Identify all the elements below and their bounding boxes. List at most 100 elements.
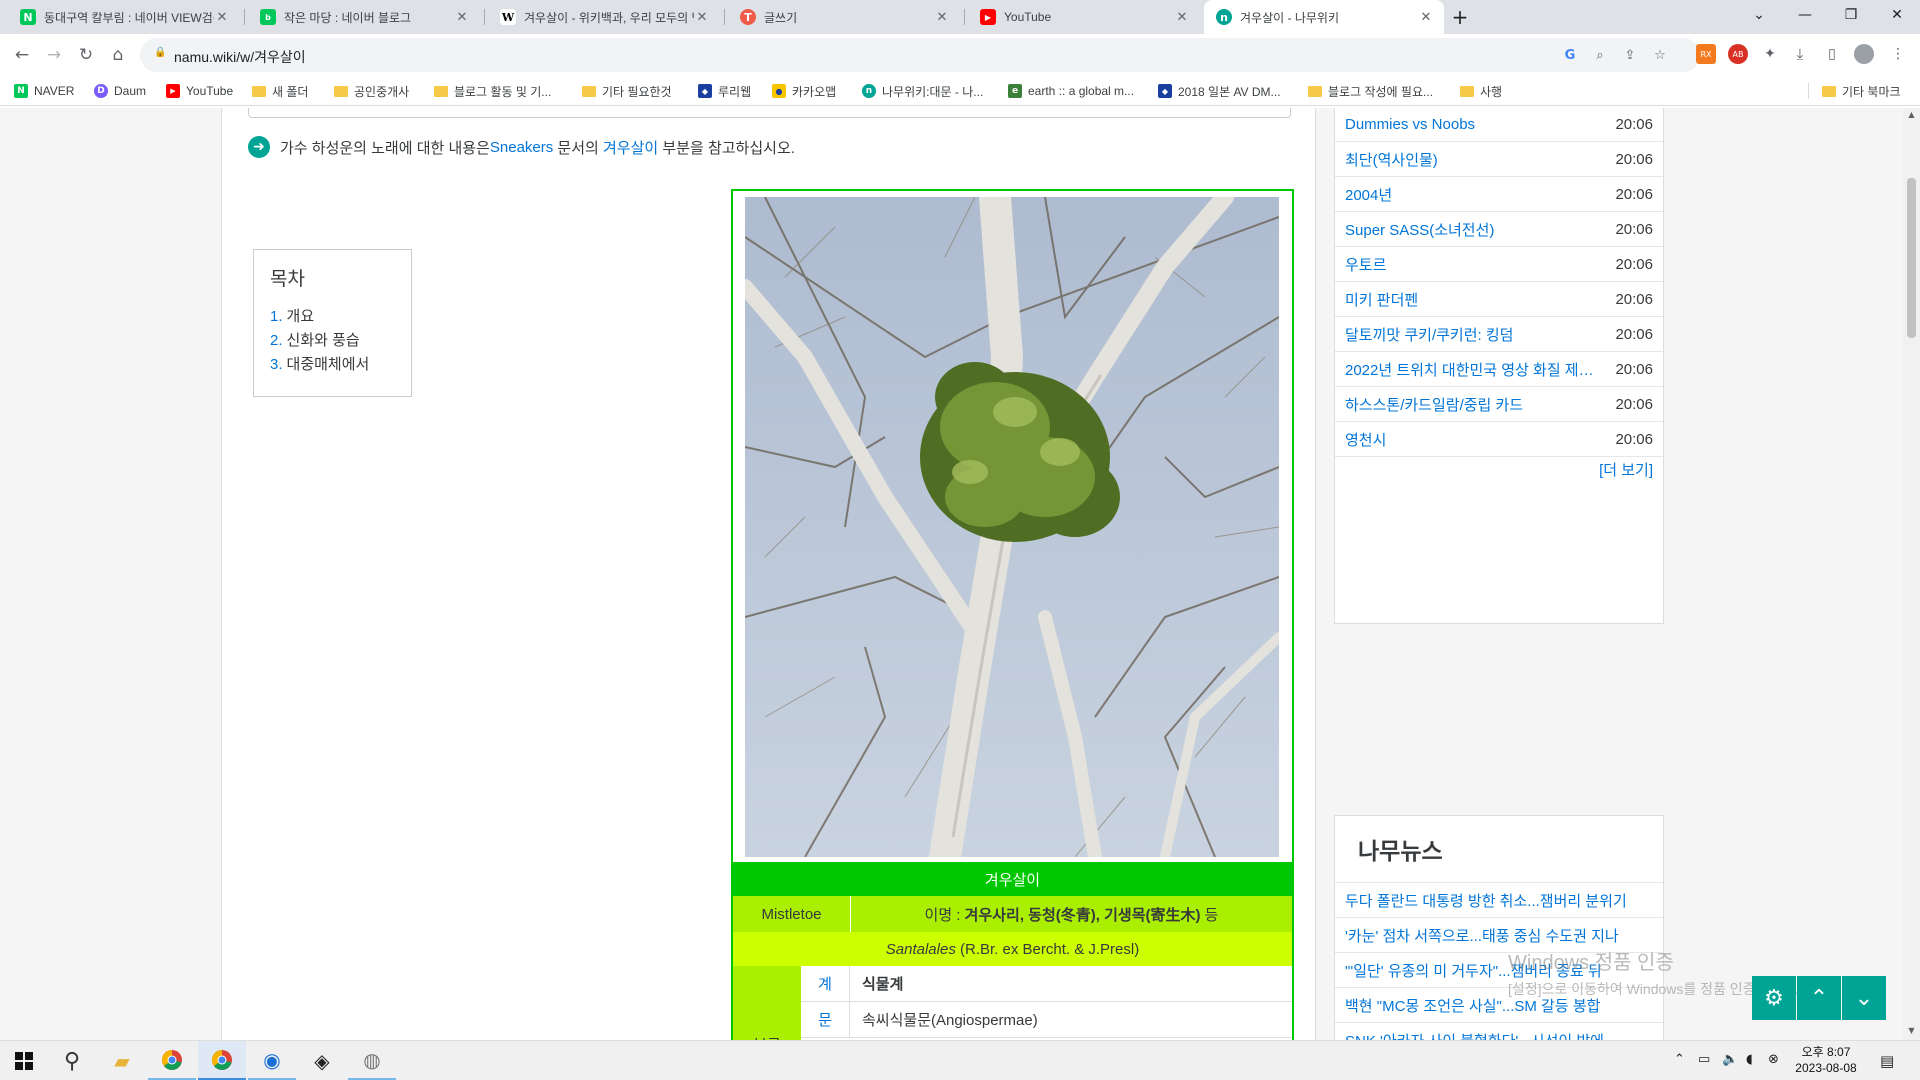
list-item[interactable]: Dummies vs Noobs 20:06 (1335, 108, 1663, 142)
toc-item[interactable]: 2. 신화와 풍습 (270, 329, 395, 353)
tab-namuwiki-active[interactable]: n 겨우살이 - 나무위키 ✕ (1204, 0, 1444, 34)
mistletoe-photo[interactable] (745, 197, 1279, 857)
recent-title[interactable]: 하스스톤/카드일람/중립 카드 (1345, 394, 1615, 415)
recent-title[interactable]: Super SASS(소녀전선) (1345, 219, 1615, 240)
list-item[interactable]: 하스스톤/카드일람/중립 카드 20:06 (1335, 387, 1663, 422)
list-item[interactable]: 2022년 트위치 대한민국 영상 화질 제한 사태 20:06 (1335, 352, 1663, 387)
network-icon[interactable]: ▭ (1698, 1052, 1710, 1067)
toc-item[interactable]: 3. 대중매체에서 (270, 353, 395, 377)
news-item[interactable]: 백현 "MC몽 조언은 사실"...SM 갈등 봉합 (1335, 987, 1663, 1022)
speaker-icon[interactable]: ◖ (1746, 1052, 1753, 1067)
recent-title[interactable]: 우토르 (1345, 254, 1615, 275)
bookmark-folder[interactable]: 블로그 활동 및 기... (434, 82, 551, 100)
scroll-bottom-chevron-down-icon[interactable]: ⌄ (1842, 976, 1886, 1020)
toc-item-label[interactable]: 신화와 풍습 (287, 332, 360, 349)
profile-avatar[interactable] (1854, 44, 1874, 64)
list-item[interactable]: 2004년 20:06 (1335, 177, 1663, 212)
toc-item-number[interactable]: 3. (270, 356, 283, 373)
notification-icon[interactable]: ▤ (1880, 1052, 1894, 1070)
status-x-icon[interactable]: ⊗ (1768, 1052, 1779, 1067)
recent-title[interactable]: 최단(역사인물) (1345, 149, 1615, 170)
tab-naver-search[interactable]: N 동대구역 칼부림 : 네이버 VIEW검색 ✕ (8, 0, 240, 34)
toc-item-label[interactable]: 대중매체에서 (287, 356, 370, 373)
file-explorer-icon[interactable]: ▰ (98, 1041, 146, 1080)
tray-chevron-up-icon[interactable]: ⌃ (1674, 1052, 1685, 1067)
taskbar-clock[interactable]: 오후 8:07 2023-08-08 (1790, 1044, 1862, 1076)
recent-title[interactable]: Dummies vs Noobs (1345, 116, 1615, 133)
tab-close-icon[interactable]: ✕ (694, 9, 710, 25)
bookmark-site[interactable]: ◆ 2018 일본 AV DM... (1158, 82, 1281, 100)
bookmark-folder[interactable]: 기타 필요한것 (582, 82, 672, 100)
app-diamond-icon[interactable]: ◈ (298, 1041, 346, 1080)
news-item[interactable]: SNK '아카자 사이 불협화다'...시선이 밖에 (1335, 1022, 1663, 1040)
bookmark-folder[interactable]: 공인중개사 (334, 82, 409, 100)
tab-write[interactable]: T 글쓰기 ✕ (728, 0, 960, 34)
rank-link[interactable]: 계 (801, 966, 850, 1001)
menu-kebab-icon[interactable]: ⋮ (1888, 44, 1908, 64)
tab-close-icon[interactable]: ✕ (934, 9, 950, 25)
tab-search-chevron-icon[interactable]: ⌄ (1736, 0, 1782, 30)
back-arrow-icon[interactable]: ← (6, 39, 38, 71)
bookmark-namuwiki[interactable]: n 나무위키:대문 - 나... (862, 82, 983, 100)
tab-close-icon[interactable]: ✕ (1418, 9, 1434, 25)
news-item[interactable]: '카눈' 점차 서쪽으로...태풍 중심 수도권 지나 (1335, 917, 1663, 952)
address-bar[interactable]: 🔒 namu.wiki/w/겨우살이 G ⌕ ⇪ ☆ (140, 38, 1700, 72)
download-icon[interactable]: ⤓ (1790, 44, 1810, 64)
more-link[interactable]: [더 보기] (1599, 459, 1653, 480)
news-item[interactable]: 두다 폴란드 대통령 방한 취소...잼버리 분위기 (1335, 882, 1663, 917)
forward-arrow-icon[interactable]: → (38, 39, 70, 71)
rank-link[interactable]: 문 (801, 1002, 850, 1037)
bookmark-star-icon[interactable]: ☆ (1650, 45, 1670, 65)
share-icon[interactable]: ⇪ (1620, 45, 1640, 65)
extension-rx-icon[interactable]: RX (1696, 44, 1716, 64)
volume-icon[interactable]: 🔈 (1722, 1052, 1738, 1067)
tab-wikipedia[interactable]: W 겨우살이 - 위키백과, 우리 모두의 백과사전 ✕ (488, 0, 720, 34)
recent-title[interactable]: 2022년 트위치 대한민국 영상 화질 제한 사태 (1345, 359, 1615, 380)
bookmark-folder[interactable]: 새 폴더 (252, 82, 308, 100)
bookmark-folder[interactable]: 블로그 작성에 필요... (1308, 82, 1433, 100)
home-icon[interactable]: ⌂ (102, 39, 134, 71)
bing-app-icon[interactable]: ◉ (248, 1041, 296, 1080)
bookmark-daum[interactable]: D Daum (94, 82, 146, 100)
close-window-button[interactable]: ✕ (1874, 0, 1920, 30)
zoom-icon[interactable]: ⌕ (1590, 45, 1610, 65)
reload-icon[interactable]: ↻ (70, 39, 102, 71)
minimize-button[interactable]: — (1782, 0, 1828, 30)
settings-gear-icon[interactable]: ⚙ (1752, 976, 1796, 1020)
page-scrollbar[interactable]: ▲ ▼ (1903, 108, 1920, 1040)
bookmark-earth[interactable]: e earth :: a global m... (1008, 82, 1134, 100)
list-item[interactable]: 영천시 20:06 (1335, 422, 1663, 457)
tab-naver-blog[interactable]: b 작은 마당 : 네이버 블로그 ✕ (248, 0, 480, 34)
recent-title[interactable]: 미키 판더펜 (1345, 289, 1615, 310)
tab-close-icon[interactable]: ✕ (214, 9, 230, 25)
toc-item-number[interactable]: 2. (270, 332, 283, 349)
tab-close-icon[interactable]: ✕ (454, 9, 470, 25)
scroll-top-chevron-up-icon[interactable]: ⌃ (1797, 976, 1841, 1020)
chrome-active-taskbar-icon[interactable] (198, 1041, 246, 1080)
sneakers-link[interactable]: Sneakers (490, 139, 553, 156)
toc-item[interactable]: 1. 개요 (270, 305, 395, 329)
list-item[interactable]: Super SASS(소녀전선) 20:06 (1335, 212, 1663, 247)
bookmark-ruliweb[interactable]: ◆ 루리웹 (698, 82, 751, 100)
scroll-down-arrow-icon[interactable]: ▼ (1903, 1026, 1920, 1038)
bookmark-youtube[interactable]: ▶ YouTube (166, 82, 233, 100)
scroll-up-arrow-icon[interactable]: ▲ (1903, 110, 1920, 122)
new-tab-button[interactable]: + (1444, 2, 1476, 32)
toc-item-label[interactable]: 개요 (287, 308, 315, 325)
recent-title[interactable]: 달토끼맛 쿠키/쿠키런: 킹덤 (1345, 324, 1615, 345)
tab-close-icon[interactable]: ✕ (1174, 9, 1190, 25)
recent-title[interactable]: 2004년 (1345, 184, 1615, 205)
overwatch-app-icon[interactable]: ◍ (348, 1041, 396, 1080)
lock-icon[interactable]: 🔒 (154, 47, 166, 59)
list-item[interactable]: 최단(역사인물) 20:06 (1335, 142, 1663, 177)
recent-title[interactable]: 영천시 (1345, 429, 1615, 450)
list-item[interactable]: 달토끼맛 쿠키/쿠키런: 킹덤 20:06 (1335, 317, 1663, 352)
restore-button[interactable]: ❐ (1828, 0, 1874, 30)
bookmark-naver[interactable]: N NAVER (14, 82, 74, 100)
url-text[interactable]: namu.wiki/w/겨우살이 (174, 47, 306, 67)
bookmark-kakaomap[interactable]: ● 카카오맵 (772, 82, 836, 100)
chrome-taskbar-icon[interactable] (148, 1041, 196, 1080)
windows-start-icon[interactable] (0, 1041, 48, 1080)
bookmark-other-folder[interactable]: 기타 북마크 (1822, 82, 1901, 100)
adblock-extension-icon[interactable]: AB (1728, 44, 1748, 64)
